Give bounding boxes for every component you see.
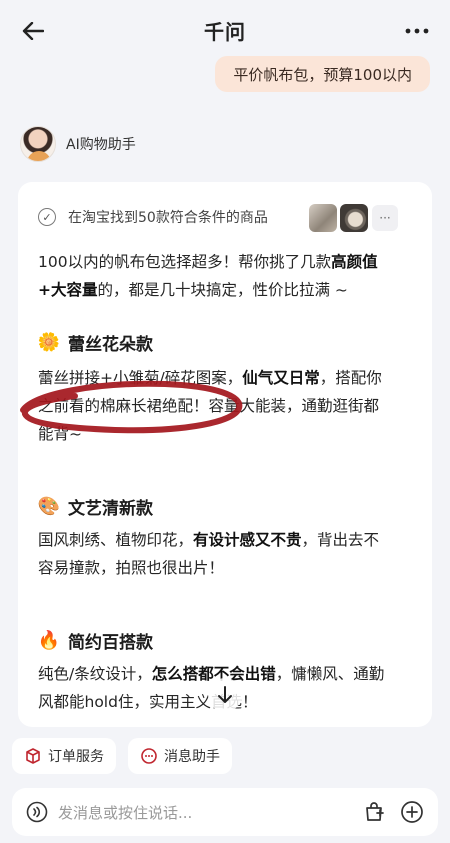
user-message-bubble: 平价帆布包，预算100以内 — [215, 56, 430, 92]
section-text: ，背出去不 — [301, 531, 380, 549]
section-text: 国风刺绣、植物印花， — [38, 531, 194, 549]
fire-icon: 🔥 — [37, 630, 61, 651]
search-result-summary[interactable]: ✓ 在淘宝找到50款符合条件的商品 ··· — [38, 202, 416, 232]
section-text-lace: 蕾丝拼接+小雏菊/碎花图案，仙气又日常，搭配你 之前看的棉麻长裙绝配！容量大能装… — [38, 364, 414, 448]
assistant-name: AI购物助手 — [66, 137, 136, 153]
package-icon — [26, 748, 40, 764]
more-products-icon[interactable]: ··· — [372, 205, 398, 231]
section-text: 容易撞款，拍照也很出片！ — [38, 559, 225, 577]
section-text: ，慵懒风、通勤 — [275, 665, 385, 683]
assistant-avatar — [20, 126, 56, 162]
back-arrow-icon[interactable] — [18, 16, 48, 46]
check-circle-icon: ✓ — [38, 208, 56, 226]
plus-circle-icon[interactable] — [400, 800, 424, 824]
section-title-lace: 🌼 蕾丝花朵款 — [38, 330, 153, 355]
top-bar: 千问 — [0, 0, 450, 60]
section-text: 纯色/条纹设计， — [38, 665, 152, 683]
section-title-text: 简约百搭款 — [68, 633, 153, 653]
arrow-down-icon — [218, 686, 232, 703]
intro-highlight: 高颜值 — [331, 253, 378, 271]
intro-highlight: +大容量 — [38, 281, 98, 299]
product-thumbnail[interactable] — [309, 204, 337, 232]
section-highlight: 有设计感又不贵 — [193, 531, 302, 549]
intro-paragraph: 100以内的帆布包选择超多！帮你挑了几款高颜值 +大容量的，都是几十块搞定，性价… — [38, 248, 414, 304]
voice-wave-icon[interactable] — [26, 801, 48, 823]
section-text: 能背~ — [38, 425, 82, 443]
message-input-bar[interactable]: 发消息或按住说话... — [12, 788, 438, 836]
message-assistant-button[interactable]: 消息助手 — [128, 738, 232, 774]
message-input[interactable]: 发消息或按住说话... — [58, 802, 362, 823]
shopping-bag-icon[interactable] — [362, 800, 386, 824]
sunflower-icon: 🌼 — [37, 332, 61, 353]
assistant-answer-card: ✓ 在淘宝找到50款符合条件的商品 ··· 100以内的帆布包选择超多！帮你挑了… — [18, 182, 432, 727]
chat-bubble-icon — [141, 748, 157, 764]
section-highlight: 怎么搭都不会出错 — [151, 665, 276, 683]
assistant-header: AI购物助手 — [20, 126, 136, 162]
order-service-button[interactable]: 订单服务 — [12, 738, 116, 774]
page-title: 千问 — [204, 19, 246, 44]
order-service-label: 订单服务 — [48, 749, 104, 765]
product-thumbnail[interactable] — [340, 204, 368, 232]
message-assistant-label: 消息助手 — [164, 749, 220, 765]
section-title-artsy: 🎨 文艺清新款 — [38, 494, 153, 519]
found-products-text: 在淘宝找到50款符合条件的商品 — [68, 210, 268, 226]
section-text: 之前看的棉麻长裙绝配！容量大能装，通勤逛街都 — [38, 397, 380, 415]
intro-text: 100以内的帆布包选择超多！帮你挑了几款 — [38, 253, 332, 271]
section-text: ，搭配你 — [319, 369, 382, 387]
intro-text: 的，都是几十块搞定，性价比拉满 ~ — [97, 281, 348, 299]
palette-icon: 🎨 — [37, 496, 61, 517]
section-title-simple: 🔥 简约百搭款 — [38, 628, 153, 653]
section-highlight: 仙气又日常 — [242, 369, 320, 387]
product-thumbnails[interactable] — [306, 204, 368, 232]
section-text: 蕾丝拼接+小雏菊/碎花图案， — [38, 369, 243, 387]
more-options-icon[interactable] — [402, 16, 432, 46]
section-text-artsy: 国风刺绣、植物印花，有设计感又不贵，背出去不 容易撞款，拍照也很出片！ — [38, 526, 414, 582]
section-title-text: 文艺清新款 — [68, 499, 153, 519]
user-message-text: 平价帆布包，预算100以内 — [233, 65, 412, 84]
scroll-down-button[interactable] — [208, 678, 242, 712]
section-title-text: 蕾丝花朵款 — [68, 335, 153, 355]
